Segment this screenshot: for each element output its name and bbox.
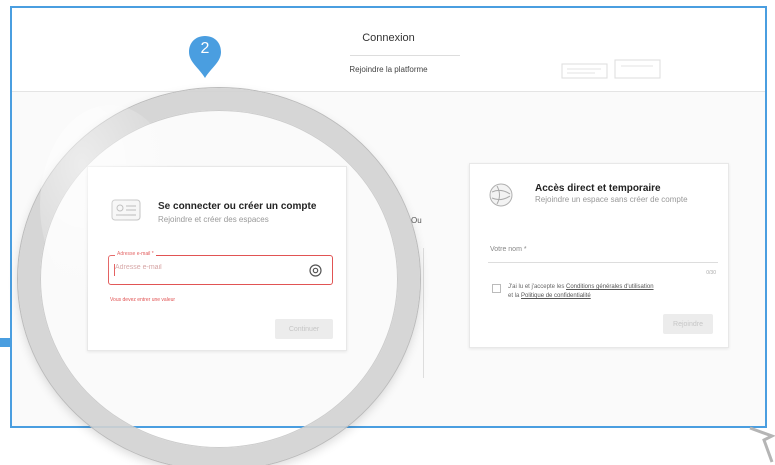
terms-link[interactable]: Conditions générales d'utilisation [566,284,654,290]
page-header: Connexion Rejoindre la platforme [12,8,765,92]
name-field[interactable]: Votre nom * [488,237,718,263]
email-field-label: Adresse e-mail * [115,251,156,257]
login-card: Se connecter ou créer un compte Rejoindr… [87,166,347,351]
guest-card-title: Accès direct et temporaire [535,183,661,194]
login-card-title: Se connecter ou créer un compte [158,201,317,212]
guest-card: Accès direct et temporaire Rejoindre un … [469,163,729,348]
cursor-arrow-icon [749,426,775,463]
at-sign-icon [309,264,322,277]
login-card-subtitle: Rejoindre et créer des espaces [158,215,269,224]
email-field[interactable]: Adresse e-mail * [108,251,333,285]
header-illustration [561,59,661,79]
email-error-message: Vous devez entrer une valeur [110,297,176,303]
step-number: 2 [200,40,210,57]
terms-middle: et la [508,293,520,299]
privacy-link[interactable]: Politique de confidentialité [521,293,591,299]
page-title: Connexion [362,32,415,44]
globe-icon [489,183,513,207]
terms-checkbox[interactable] [492,284,501,293]
or-separator: Ou [411,216,422,225]
terms-prefix: J'ai lu et j'accepte les [508,284,565,290]
email-input[interactable] [115,264,305,271]
continue-button[interactable]: Continuer [275,319,333,339]
left-edge-marker [0,338,12,347]
name-input[interactable] [488,237,718,262]
guest-card-subtitle: Rejoindre un espace sans créer de compte [535,195,688,204]
title-divider [350,55,460,56]
vertical-divider [423,248,424,378]
terms-text: J'ai lu et j'accepte les Conditions géné… [508,283,723,301]
browser-frame: Connexion Rejoindre la platforme Se conn… [10,6,767,428]
id-card-icon [111,199,141,221]
join-button[interactable]: Rejoindre [663,314,713,334]
character-counter: 0/30 [706,270,716,276]
